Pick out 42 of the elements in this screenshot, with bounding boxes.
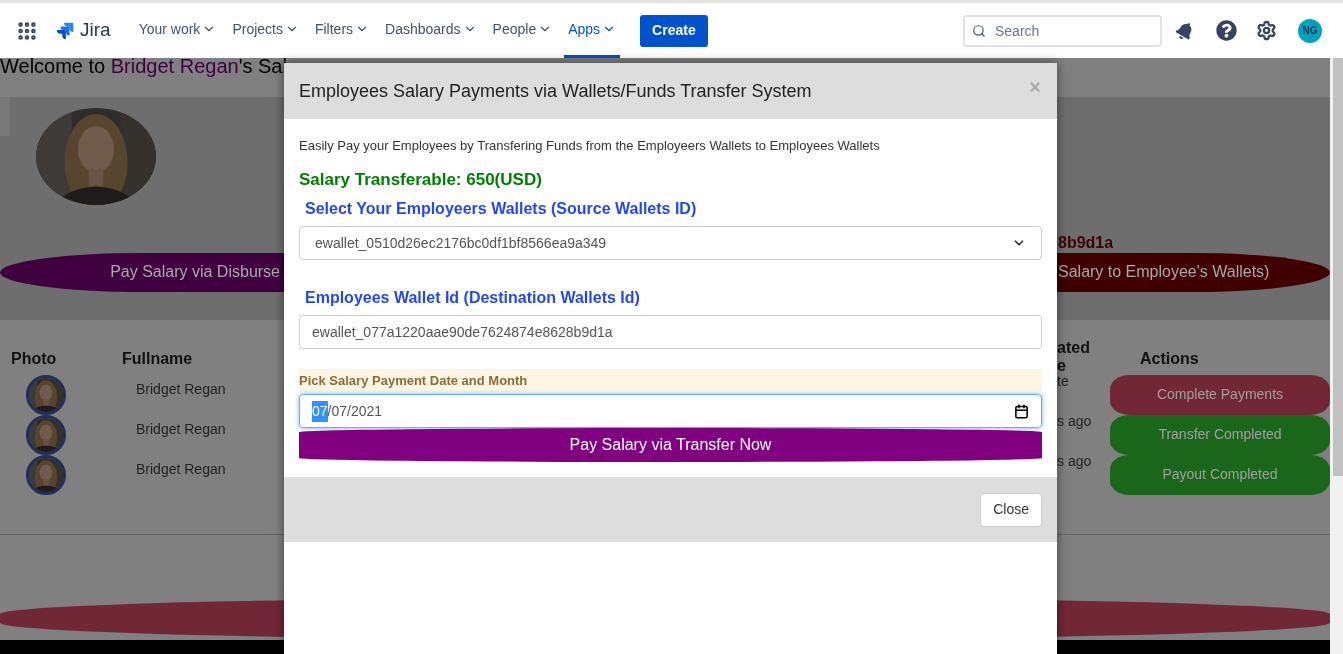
nav-menu[interactable]: Projects xyxy=(228,3,303,58)
user-avatar[interactable]: NG xyxy=(1298,18,1322,43)
app-switcher-icon[interactable] xyxy=(16,19,38,42)
search-field[interactable]: Search xyxy=(963,14,1162,47)
intro-text: Easily Pay your Employees by Transfering Funds from the Employeers Wallets to Employees Wallets xyxy=(299,137,881,155)
field-label: Select Your Employeers Wallets (Source Wallets ID) xyxy=(305,199,698,219)
search-icon xyxy=(972,23,986,38)
nav-menu[interactable]: Dashboards xyxy=(381,3,481,58)
table-cell: s ago xyxy=(1057,412,1092,429)
action-button[interactable]: Complete Payments xyxy=(1110,374,1330,415)
source-wallet-select[interactable]: ewallet_0510d26ec2176bc0df1bf8566ea9a349 xyxy=(299,226,1042,260)
logo-text: Jira xyxy=(80,18,111,43)
salary-amount: Salary Transferable: 650(USD) xyxy=(299,169,543,191)
table-cell: s ago xyxy=(1057,452,1092,469)
table-cell: Bridget Regan xyxy=(136,420,226,437)
date-segment[interactable]: 07 xyxy=(331,400,348,422)
nav-menu[interactable]: Your work xyxy=(134,3,221,58)
column-header: Photo xyxy=(11,348,58,369)
table-cell: Bridget Regan xyxy=(136,380,226,397)
create-button[interactable]: Create xyxy=(640,14,708,47)
wallet-id-text: 8b9d1a xyxy=(1058,232,1115,253)
nav-menu[interactable]: Filters xyxy=(310,3,374,58)
scrollbar-thumb[interactable] xyxy=(1333,58,1343,476)
date-segment[interactable]: 2021 xyxy=(350,400,383,422)
help-icon[interactable] xyxy=(1216,20,1237,41)
date-label: Pick Salary Payment Date and Month xyxy=(299,369,1042,392)
column-header: Actions xyxy=(1140,348,1200,369)
column-header: ated e xyxy=(1057,338,1091,375)
date-field[interactable]: 07/07/2021 xyxy=(299,394,1042,428)
nav-menu[interactable]: People xyxy=(488,3,557,58)
table-cell: te xyxy=(1057,372,1069,389)
pay-salary-button[interactable]: Salary to Employee's Wallets) xyxy=(1057,252,1330,292)
calendar-icon[interactable] xyxy=(1014,403,1029,419)
column-header: Fullname xyxy=(122,348,194,369)
pay-salary-button[interactable]: Pay Salary via Disburse xyxy=(0,252,284,292)
modal-title: Employees Salary Payments via Wallets/Funds Transfer System xyxy=(299,79,812,103)
pay-now-button[interactable]: Pay Salary via Transfer Now xyxy=(299,428,1042,462)
destination-wallet-field[interactable]: ewallet_077a1220aae90de7624874e8628b9d1a xyxy=(299,315,1042,349)
settings-icon[interactable] xyxy=(1256,20,1277,41)
table-cell: Bridget Regan xyxy=(136,460,226,477)
field-label: Employees Wallet Id (Destination Wallets Id) xyxy=(305,288,641,308)
close-button[interactable]: Close xyxy=(980,492,1042,527)
